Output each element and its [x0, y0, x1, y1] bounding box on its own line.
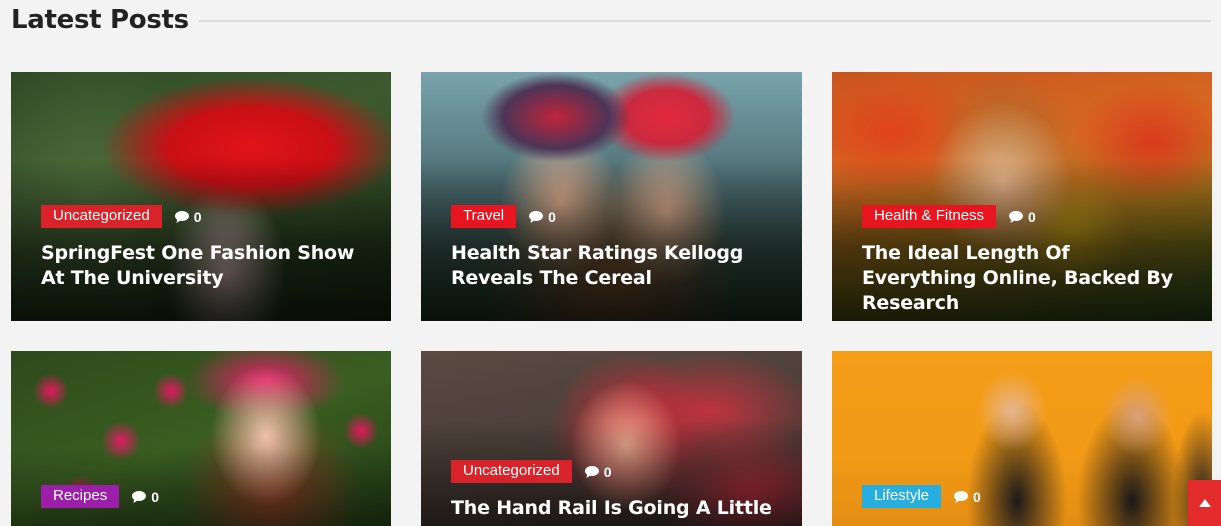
comment-count-value: 0: [193, 208, 202, 225]
category-badge[interactable]: Uncategorized: [451, 460, 572, 483]
section-title: Latest Posts: [11, 5, 189, 35]
comment-count-value: 0: [151, 488, 159, 505]
post-meta: Travel 0: [451, 205, 556, 228]
comment-count[interactable]: 0: [584, 463, 612, 480]
post-title[interactable]: The Ideal Length Of Everything Online, B…: [862, 241, 1190, 316]
comment-icon: [954, 490, 969, 503]
post-card[interactable]: Health & Fitness 0 The Ideal Length Of E…: [832, 72, 1212, 321]
category-badge[interactable]: Uncategorized: [41, 205, 162, 228]
comment-count-value: 0: [548, 208, 556, 225]
comment-count[interactable]: 0: [174, 208, 202, 225]
post-card[interactable]: Uncategorized 0 SpringFest One Fashion S…: [11, 72, 391, 321]
post-card[interactable]: Travel 0 Health Star Ratings Kellogg Rev…: [421, 72, 802, 321]
comment-count[interactable]: 0: [1009, 209, 1036, 225]
category-badge[interactable]: Travel: [451, 205, 517, 228]
category-badge[interactable]: Health & Fitness: [862, 205, 997, 228]
post-title[interactable]: The Hand Rail Is Going A Little: [451, 496, 780, 521]
comment-icon: [584, 465, 599, 478]
post-meta: Uncategorized 0: [451, 460, 612, 483]
comment-icon: [174, 210, 189, 223]
category-badge[interactable]: Lifestyle: [862, 485, 942, 508]
comment-count[interactable]: 0: [132, 489, 159, 505]
post-meta: Recipes 0: [41, 485, 159, 508]
comment-icon: [529, 210, 544, 223]
comment-icon: [1009, 210, 1024, 223]
chevron-up-icon: [1198, 499, 1211, 507]
comment-count-value: 0: [1028, 208, 1036, 225]
post-title[interactable]: SpringFest One Fashion Show At The Unive…: [41, 241, 369, 291]
scroll-to-top-button[interactable]: [1188, 480, 1221, 526]
category-badge[interactable]: Recipes: [41, 485, 120, 508]
post-title[interactable]: Health Star Ratings Kellogg Reveals The …: [451, 241, 780, 291]
comment-count[interactable]: 0: [954, 489, 981, 505]
post-card[interactable]: Lifestyle 0: [832, 351, 1212, 526]
comment-count-value: 0: [603, 463, 612, 480]
post-meta: Uncategorized 0: [41, 205, 202, 228]
comment-count[interactable]: 0: [529, 209, 556, 225]
comment-icon: [132, 490, 147, 503]
post-meta: Health & Fitness 0: [862, 205, 1036, 228]
section-divider: [198, 20, 1211, 22]
post-meta: Lifestyle 0: [862, 485, 981, 508]
section-header: Latest Posts: [11, 0, 1211, 40]
post-card[interactable]: Recipes 0: [11, 351, 391, 526]
post-card[interactable]: Uncategorized 0 The Hand Rail Is Going A…: [421, 351, 802, 526]
comment-count-value: 0: [973, 488, 981, 505]
